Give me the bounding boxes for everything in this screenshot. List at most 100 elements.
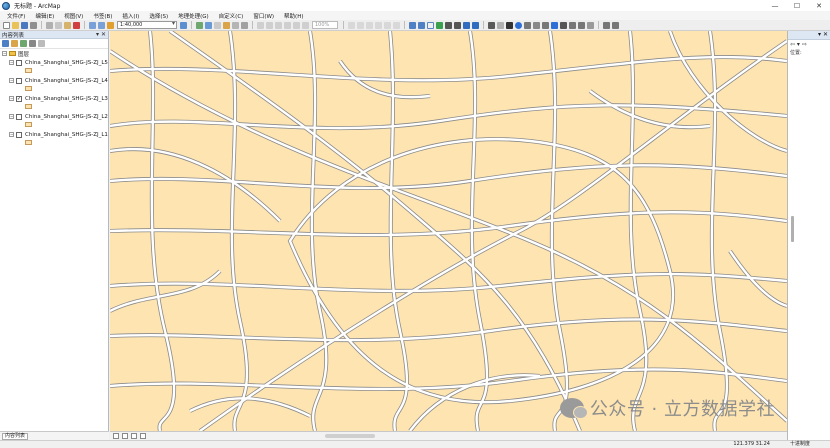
layout-tool-icon[interactable] <box>257 21 264 29</box>
vertical-scrollbar[interactable] <box>791 216 794 242</box>
undo-icon[interactable] <box>89 21 96 29</box>
layout-tool-icon[interactable] <box>302 21 309 29</box>
catalog-panel-controls[interactable]: ▾ ✕ <box>818 31 828 38</box>
table-icon[interactable] <box>196 21 203 29</box>
layout-tool-icon[interactable] <box>275 21 282 29</box>
data-view-icon[interactable] <box>122 433 128 439</box>
paste-icon[interactable] <box>64 21 71 29</box>
maximize-button[interactable]: ☐ <box>786 0 808 11</box>
collapse-icon[interactable]: − <box>2 51 7 56</box>
zoom-level-dropdown[interactable]: 100% <box>312 21 338 29</box>
layer-visibility-checkbox[interactable] <box>16 77 22 84</box>
cut-icon[interactable] <box>46 21 53 29</box>
clear-selection-icon[interactable] <box>497 21 504 29</box>
list-by-selection-icon[interactable] <box>29 40 36 47</box>
model-builder-icon[interactable] <box>241 21 248 29</box>
layout-view-icon[interactable] <box>113 433 119 439</box>
tab-table-of-contents[interactable]: 内容列表 <box>2 432 29 440</box>
hyperlink-icon[interactable] <box>524 21 531 29</box>
layer-visibility-checkbox[interactable] <box>16 131 22 138</box>
list-by-source-icon[interactable] <box>11 40 18 47</box>
layer-visibility-checkbox[interactable]: ✓ <box>16 95 22 102</box>
menu-insert[interactable]: 插入(I) <box>117 12 144 20</box>
layer-visibility-checkbox[interactable] <box>16 113 22 120</box>
select-elements-icon[interactable] <box>506 21 513 29</box>
open-icon[interactable] <box>12 21 19 29</box>
go-to-xy-icon[interactable] <box>569 21 576 29</box>
layer-symbol-swatch[interactable] <box>25 68 32 73</box>
python-icon[interactable] <box>232 21 239 29</box>
layout-tool-icon[interactable] <box>284 21 291 29</box>
toc-panel-controls[interactable]: ▾ ✕ <box>96 31 106 38</box>
collapse-icon[interactable]: − <box>9 96 14 101</box>
layer-symbol-swatch[interactable] <box>25 140 32 145</box>
layer-item[interactable]: − China_Shanghai_SHG-JS-ZJ_L2 <box>0 112 108 127</box>
layout-tool-icon[interactable] <box>293 21 300 29</box>
arctoolbox-icon[interactable] <box>223 21 230 29</box>
add-data-icon[interactable] <box>107 21 114 29</box>
layer-item[interactable]: − China_Shanghai_SHG-JS-ZJ_L1 <box>0 130 108 145</box>
map-scale-dropdown[interactable]: 1:40,000 <box>117 21 177 29</box>
menu-view[interactable]: 视图(V) <box>59 12 88 20</box>
layout-tool-icon[interactable] <box>266 21 273 29</box>
collapse-icon[interactable]: − <box>9 132 14 137</box>
menu-edit[interactable]: 编辑(E) <box>30 12 59 20</box>
forward-extent-icon[interactable] <box>472 21 479 29</box>
layer-symbol-swatch[interactable] <box>25 104 32 109</box>
layout-view-icon[interactable] <box>603 21 610 29</box>
menu-help[interactable]: 帮助(H) <box>279 12 308 20</box>
redo-icon[interactable] <box>98 21 105 29</box>
layer-symbol-swatch[interactable] <box>25 122 32 127</box>
fixed-zoom-out-icon[interactable] <box>454 21 461 29</box>
pause-drawing-icon[interactable] <box>140 433 146 439</box>
print-icon[interactable] <box>30 21 37 29</box>
delete-icon[interactable] <box>73 21 80 29</box>
list-by-drawing-order-icon[interactable] <box>2 40 9 47</box>
layers-root[interactable]: − 图层 <box>0 49 108 58</box>
data-view-icon[interactable] <box>612 21 619 29</box>
map-view[interactable]: 公众号 · 立方数据学社 <box>110 31 787 431</box>
menu-customize[interactable]: 自定义(C) <box>214 12 249 20</box>
horizontal-scrollbar[interactable] <box>325 434 375 438</box>
pan-icon[interactable] <box>427 21 434 29</box>
close-button[interactable]: ✕ <box>808 0 830 11</box>
menu-file[interactable]: 文件(F) <box>2 12 30 20</box>
time-slider-icon[interactable] <box>578 21 585 29</box>
new-file-icon[interactable] <box>3 21 10 29</box>
disabled-tool-icon <box>393 21 400 29</box>
layer-item[interactable]: − China_Shanghai_SHG-JS-ZJ_L4 <box>0 76 108 91</box>
layer-item[interactable]: − China_Shanghai_SHG-JS-ZJ_L5 <box>0 58 108 73</box>
refresh-icon[interactable] <box>131 433 137 439</box>
collapse-icon[interactable]: − <box>9 78 14 83</box>
list-by-visibility-icon[interactable] <box>20 40 27 47</box>
layer-item[interactable]: − ✓ China_Shanghai_SHG-JS-ZJ_L3 <box>0 94 108 109</box>
copy-icon[interactable] <box>55 21 62 29</box>
minimize-button[interactable]: — <box>764 0 786 11</box>
catalog-nav[interactable]: ⇦ ▾ ⇨ <box>788 40 830 49</box>
layer-visibility-checkbox[interactable] <box>16 59 22 66</box>
select-features-icon[interactable] <box>488 21 495 29</box>
identify-icon[interactable] <box>515 21 522 29</box>
save-icon[interactable] <box>21 21 28 29</box>
menu-selection[interactable]: 选择(S) <box>144 12 173 20</box>
menu-windows[interactable]: 窗口(W) <box>248 12 279 20</box>
layer-symbol-swatch[interactable] <box>25 86 32 91</box>
zoom-out-icon[interactable] <box>418 21 425 29</box>
editor-toolbar-icon[interactable] <box>180 21 187 29</box>
options-icon[interactable] <box>38 40 45 47</box>
create-viewer-icon[interactable] <box>587 21 594 29</box>
back-extent-icon[interactable] <box>463 21 470 29</box>
catalog-icon[interactable] <box>205 21 212 29</box>
menu-bookmarks[interactable]: 书签(B) <box>88 12 117 20</box>
collapse-icon[interactable]: − <box>9 114 14 119</box>
search-window-icon[interactable] <box>214 21 221 29</box>
find-route-icon[interactable] <box>560 21 567 29</box>
fixed-zoom-in-icon[interactable] <box>445 21 452 29</box>
find-icon[interactable] <box>551 21 558 29</box>
full-extent-icon[interactable] <box>436 21 443 29</box>
zoom-in-icon[interactable] <box>409 21 416 29</box>
measure-icon[interactable] <box>542 21 549 29</box>
html-popup-icon[interactable] <box>533 21 540 29</box>
collapse-icon[interactable]: − <box>9 60 14 65</box>
menu-geoprocessing[interactable]: 地理处理(G) <box>173 12 214 20</box>
